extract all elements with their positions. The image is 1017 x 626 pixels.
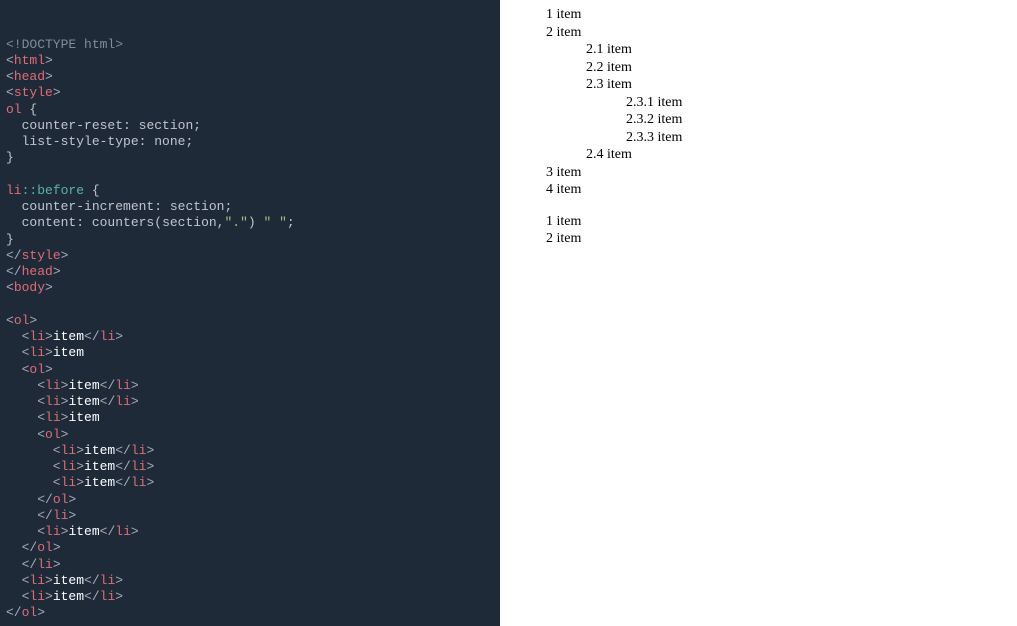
code-line: <head> xyxy=(6,69,494,85)
code-line: <li>item</li> xyxy=(6,459,494,475)
code-line: <li>item</li> xyxy=(6,573,494,589)
code-line: <li>item xyxy=(6,345,494,361)
output-list-2: 1 item2 item xyxy=(546,213,1011,248)
code-line xyxy=(6,167,494,183)
output-item: 2 item xyxy=(546,230,1011,248)
output-item: 3 item xyxy=(546,164,1011,182)
code-line: </li> xyxy=(6,508,494,524)
code-line: </ol> xyxy=(6,492,494,508)
output-item: 2.3 item xyxy=(546,76,1011,94)
output-item: 1 item xyxy=(546,213,1011,231)
code-line: </style> xyxy=(6,248,494,264)
preview-pane: 1 item2 item2.1 item2.2 item2.3 item2.3.… xyxy=(500,0,1017,626)
code-line: <style> xyxy=(6,85,494,101)
output-item: 4 item xyxy=(546,181,1011,199)
code-line: <li>item</li> xyxy=(6,524,494,540)
code-line: <li>item</li> xyxy=(6,394,494,410)
code-line: list-style-type: none; xyxy=(6,134,494,150)
output-item: 2.2 item xyxy=(546,59,1011,77)
output-item: 2.1 item xyxy=(546,41,1011,59)
code-line: <html> xyxy=(6,53,494,69)
code-line: <ol> xyxy=(6,362,494,378)
code-line: </head> xyxy=(6,264,494,280)
code-line: li::before { xyxy=(6,183,494,199)
code-line xyxy=(6,297,494,313)
code-line: ol { xyxy=(6,102,494,118)
code-line: </ol> xyxy=(6,605,494,621)
code-line: <li>item</li> xyxy=(6,475,494,491)
code-line: <li>item xyxy=(6,410,494,426)
code-line: } xyxy=(6,232,494,248)
code-line: <li>item</li> xyxy=(6,589,494,605)
output-item: 1 item xyxy=(546,6,1011,24)
code-line: content: counters(section,".") " "; xyxy=(6,215,494,231)
code-line: counter-increment: section; xyxy=(6,199,494,215)
output-list-1: 1 item2 item2.1 item2.2 item2.3 item2.3.… xyxy=(546,6,1011,199)
code-line: <ol> xyxy=(6,313,494,329)
code-line: <ol> xyxy=(6,427,494,443)
output-item: 2.3.1 item xyxy=(546,94,1011,112)
output-item: 2.3.3 item xyxy=(546,129,1011,147)
code-editor-pane[interactable]: <!DOCTYPE html><html><head><style>ol { c… xyxy=(0,0,500,626)
output-item: 2.3.2 item xyxy=(546,111,1011,129)
code-line xyxy=(6,622,494,626)
output-item: 2.4 item xyxy=(546,146,1011,164)
code-line: <li>item</li> xyxy=(6,329,494,345)
code-line: <body> xyxy=(6,280,494,296)
code-line: <!DOCTYPE html> xyxy=(6,37,494,53)
code-line: } xyxy=(6,150,494,166)
code-line: </ol> xyxy=(6,540,494,556)
code-line: <li>item</li> xyxy=(6,378,494,394)
code-line: counter-reset: section; xyxy=(6,118,494,134)
output-item: 2 item xyxy=(546,24,1011,42)
output-gap xyxy=(546,199,1011,213)
code-line: <li>item</li> xyxy=(6,443,494,459)
code-line: </li> xyxy=(6,557,494,573)
code-content: <!DOCTYPE html><html><head><style>ol { c… xyxy=(6,37,494,626)
